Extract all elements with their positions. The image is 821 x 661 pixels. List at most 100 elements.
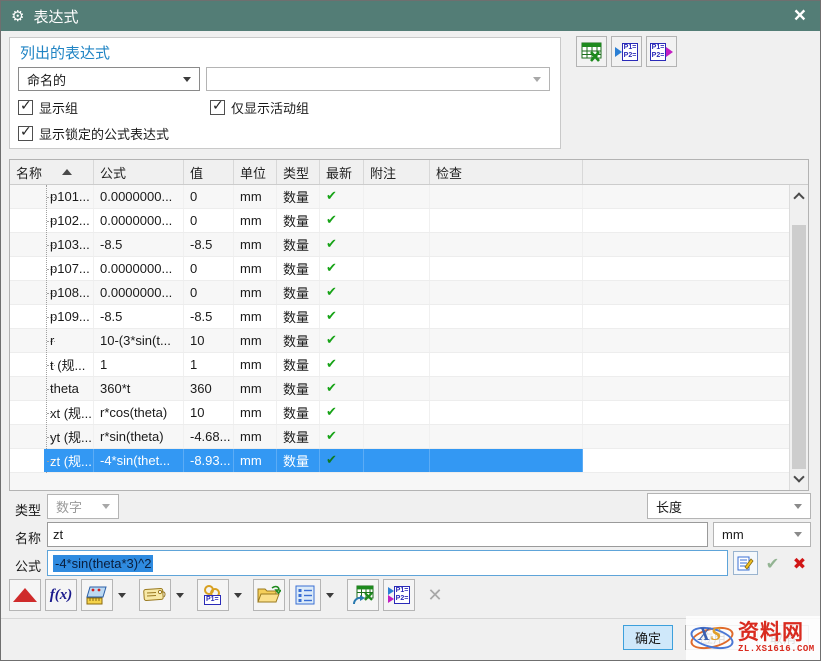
cell-unit: mm xyxy=(234,209,277,232)
export-expressions-button[interactable]: P1=P2= xyxy=(646,36,677,67)
name-input[interactable]: zt xyxy=(47,522,708,547)
tag-icon xyxy=(143,585,167,605)
cell-check xyxy=(430,233,583,256)
scrollbar-thumb[interactable] xyxy=(792,225,806,469)
link-icon: P1= xyxy=(202,584,224,606)
table-row[interactable]: zt (规...-4*sin(thet...-8.93...mm数量✔ xyxy=(10,449,789,473)
cell-unit: mm xyxy=(234,233,277,256)
table-row[interactable]: p101...0.0000000...0mm数量✔ xyxy=(10,185,789,209)
checkbox-checked-icon[interactable]: ✓ xyxy=(18,126,33,141)
scroll-down-icon[interactable] xyxy=(793,471,804,482)
type-label: 类型 xyxy=(15,500,41,519)
annotation-dropdown-arrow[interactable] xyxy=(172,579,188,611)
cell-formula: 0.0000000... xyxy=(94,281,184,304)
cell-value: 10 xyxy=(184,401,234,424)
interpart-link-button[interactable]: P1= xyxy=(197,579,229,611)
cell-check xyxy=(430,281,583,304)
table-row[interactable]: p102...0.0000000...0mm数量✔ xyxy=(10,209,789,233)
table-row[interactable]: p109...-8.5-8.5mm数量✔ xyxy=(10,305,789,329)
title-bar[interactable]: ⚙ 表达式 × xyxy=(1,1,820,31)
column-header-unit[interactable]: 单位 xyxy=(234,160,277,184)
cell-name: p109... xyxy=(10,305,94,328)
edit-multiple-expressions-button[interactable]: P1=P2= xyxy=(383,579,415,611)
cell-value: -8.5 xyxy=(184,305,234,328)
column-header-formula[interactable]: 公式 xyxy=(94,160,184,184)
cell-value: 0 xyxy=(184,209,234,232)
cell-value: -8.5 xyxy=(184,233,234,256)
table-row[interactable]: yt (规...r*sin(theta)-4.68...mm数量✔ xyxy=(10,425,789,449)
name-value: zt xyxy=(53,527,63,542)
refresh-from-spreadsheet-button[interactable] xyxy=(347,579,379,611)
table-row[interactable]: t (规...11mm数量✔ xyxy=(10,353,789,377)
table-row[interactable]: r10-(3*sin(t...10mm数量✔ xyxy=(10,329,789,353)
vertical-scrollbar[interactable] xyxy=(789,185,808,490)
unit-dropdown[interactable]: mm xyxy=(713,522,811,547)
table-row[interactable]: p103...-8.5-8.5mm数量✔ xyxy=(10,233,789,257)
checkbox-checked-icon[interactable]: ✓ xyxy=(210,100,225,115)
listed-expressions-group: 列出的表达式 命名的 ✓ 显示组 ✓ 仅显示活动组 ✓ 显示锁定的公式表达式 xyxy=(9,37,561,149)
cell-unit: mm xyxy=(234,377,277,400)
column-header-updated[interactable]: 最新 xyxy=(320,160,364,184)
scroll-up-icon[interactable] xyxy=(793,192,804,203)
checkbox-checked-icon[interactable]: ✓ xyxy=(18,100,33,115)
cell-type: 数量 xyxy=(277,185,320,208)
show-groups-checkbox[interactable]: ✓ 显示组 xyxy=(18,98,78,117)
collapse-dialog-button[interactable] xyxy=(9,579,41,611)
preferences-button[interactable] xyxy=(289,579,321,611)
show-active-only-checkbox[interactable]: ✓ 仅显示活动组 xyxy=(210,98,309,117)
watermark: XS 资料网 ZL.XS1616.COM xyxy=(686,616,820,660)
column-header-name[interactable]: 名称 xyxy=(10,160,94,184)
ok-button[interactable]: 确定 xyxy=(623,625,673,650)
cell-check xyxy=(430,185,583,208)
filter-dropdown[interactable] xyxy=(206,67,550,91)
spreadsheet-edit-button[interactable] xyxy=(576,36,607,67)
table-row[interactable]: p107...0.0000000...0mm数量✔ xyxy=(10,257,789,281)
chevron-down-icon xyxy=(533,77,541,82)
dimension-dropdown[interactable]: 长度 xyxy=(647,493,811,519)
formula-edit-button[interactable] xyxy=(733,551,758,575)
formula-input[interactable]: -4*sin(theta*3)^2 xyxy=(47,550,728,576)
annotation-button[interactable] xyxy=(139,579,171,611)
column-header-check[interactable]: 检查 xyxy=(430,160,583,184)
column-header-value[interactable]: 值 xyxy=(184,160,234,184)
show-locked-checkbox[interactable]: ✓ 显示锁定的公式表达式 xyxy=(18,124,169,143)
dimension-value: 长度 xyxy=(656,497,682,516)
table-header-row[interactable]: 名称 公式 值 单位 类型 最新 附注 检查 xyxy=(10,160,808,185)
group-heading: 列出的表达式 xyxy=(20,42,110,63)
category-dropdown[interactable]: 命名的 xyxy=(18,67,200,91)
cell-value: 0 xyxy=(184,281,234,304)
formula-reject-button[interactable]: ✖ xyxy=(787,551,812,575)
column-header-note[interactable]: 附注 xyxy=(364,160,430,184)
table-row[interactable]: xt (规...r*cos(theta)10mm数量✔ xyxy=(10,401,789,425)
table-row[interactable]: theta360*t360mm数量✔ xyxy=(10,377,789,401)
show-groups-label: 显示组 xyxy=(39,98,78,117)
cell-value: 0 xyxy=(184,185,234,208)
watermark-logo: XS xyxy=(686,619,738,657)
cell-formula: 0.0000000... xyxy=(94,185,184,208)
cell-empty xyxy=(583,209,789,232)
measure-button[interactable] xyxy=(81,579,113,611)
cell-unit: mm xyxy=(234,425,277,448)
link-dropdown-arrow[interactable] xyxy=(230,579,246,611)
type-dropdown[interactable]: 数字 xyxy=(47,494,119,519)
measure-dropdown-arrow[interactable] xyxy=(114,579,130,611)
cell-check xyxy=(430,353,583,376)
updated-check-icon: ✔ xyxy=(320,257,364,280)
spreadsheet-refresh-icon xyxy=(351,583,375,607)
functions-button[interactable]: f(x) xyxy=(45,579,77,611)
cell-formula: -4*sin(thet... xyxy=(94,449,184,472)
cell-note xyxy=(364,425,430,448)
column-header-type[interactable]: 类型 xyxy=(277,160,320,184)
cell-formula: 10-(3*sin(t... xyxy=(94,329,184,352)
delete-expression-button: ✕ xyxy=(419,579,451,611)
cell-value: 0 xyxy=(184,257,234,280)
table-row[interactable]: p108...0.0000000...0mm数量✔ xyxy=(10,281,789,305)
cell-empty xyxy=(583,353,789,376)
preferences-dropdown-arrow[interactable] xyxy=(322,579,338,611)
open-file-button[interactable] xyxy=(253,579,285,611)
import-expressions-button[interactable]: P1=P2= xyxy=(611,36,642,67)
cell-name: p102... xyxy=(10,209,94,232)
close-icon[interactable]: × xyxy=(794,3,806,29)
updated-check-icon: ✔ xyxy=(320,401,364,424)
cell-formula: r*cos(theta) xyxy=(94,401,184,424)
